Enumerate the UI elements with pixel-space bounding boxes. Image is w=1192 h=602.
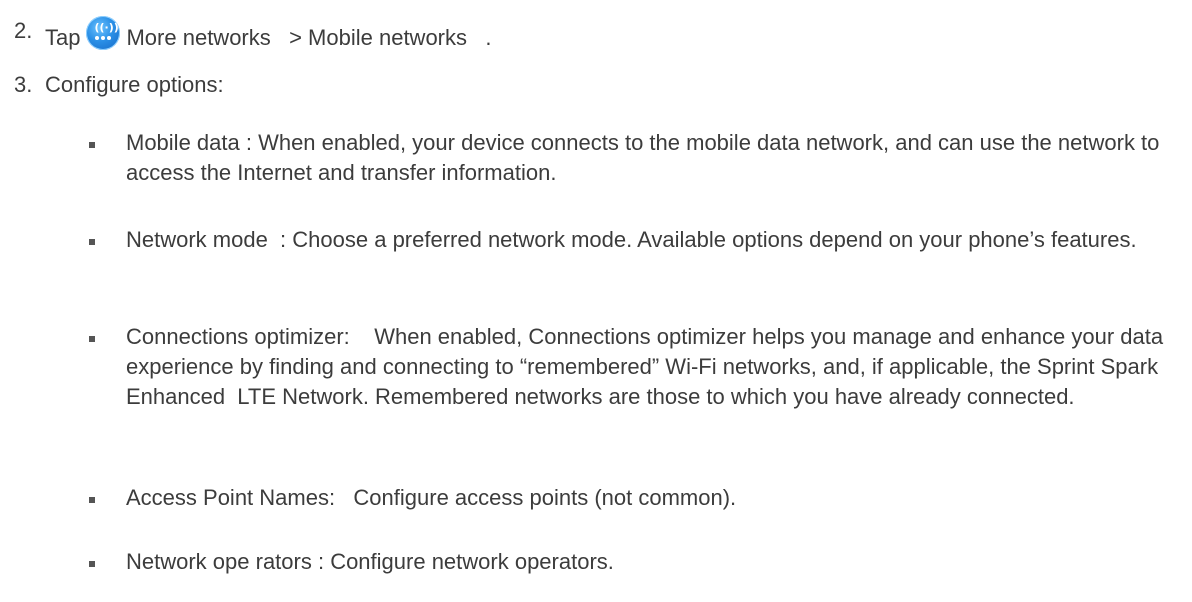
option-text: Access Point Names: Configure access poi… bbox=[126, 485, 737, 510]
step-text: Configure options: bbox=[45, 72, 224, 97]
step-suffix: More networks > Mobile networks . bbox=[126, 25, 492, 50]
bullet-icon bbox=[89, 142, 95, 148]
step-text: Tap ((·)) More networks > Mobile networks … bbox=[45, 16, 491, 53]
step-number: 2. bbox=[14, 18, 33, 43]
option-text: Network ope rators : Configure network o… bbox=[126, 549, 614, 574]
option-text: Connections optimizer: When enabled, Con… bbox=[126, 324, 1170, 409]
step-number: 3. bbox=[14, 72, 33, 97]
bullet-icon bbox=[89, 336, 95, 342]
more-networks-icon: ((·)) bbox=[86, 16, 121, 50]
option-text: Network mode : Choose a preferred networ… bbox=[126, 227, 1137, 252]
bullet-icon bbox=[89, 497, 95, 503]
step-2: 2. Tap ((·)) More networks > Mobile networ… bbox=[0, 14, 1192, 50]
bullet-icon bbox=[89, 239, 95, 245]
option-text: Mobile data : When enabled, your device … bbox=[126, 130, 1166, 185]
bullet-icon bbox=[89, 561, 95, 567]
step-3: 3. Configure options: bbox=[0, 70, 1192, 100]
dots-glyph bbox=[95, 36, 112, 40]
step-prefix: Tap bbox=[45, 25, 81, 50]
antenna-glyph: ((·)) bbox=[94, 21, 119, 34]
